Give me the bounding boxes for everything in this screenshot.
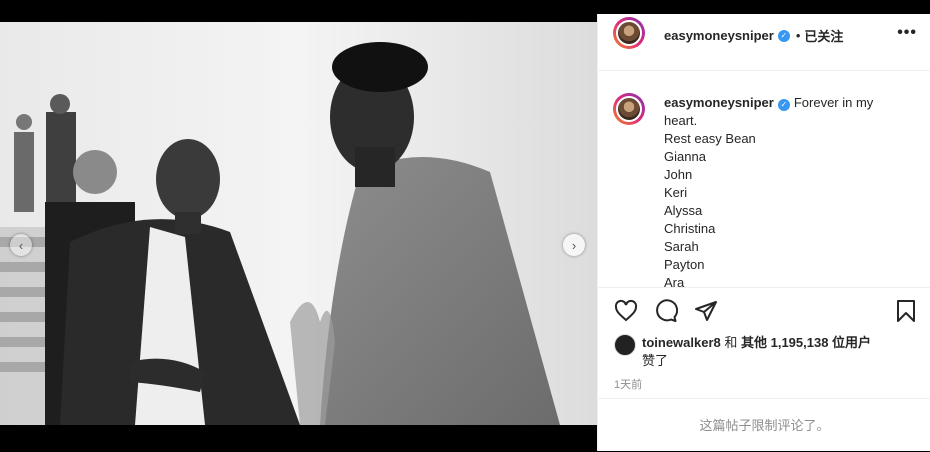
bookmark-icon[interactable] [894,299,918,323]
author-username[interactable]: easymoneysniper [664,28,774,43]
post-caption: easymoneysniper ✓ Forever in my heart. Res… [664,94,894,287]
caption-line: heart. [664,113,698,128]
caption-line: Alyssa [664,203,703,218]
likes-summary: toinewalker8 和 其他 1,195,138 位用户 赞了 [614,334,912,370]
post-image [0,22,597,425]
caption-username[interactable]: easymoneysniper [664,95,774,110]
author-info: easymoneysniper ✓ • 已关注 [664,26,843,45]
post-header: easymoneysniper ✓ • 已关注 ••• [598,14,930,71]
previous-photo-button[interactable]: ‹ [10,234,32,256]
post-actions: toinewalker8 和 其他 1,195,138 位用户 赞了 1天前 这… [598,287,930,452]
next-photo-button[interactable]: › [563,234,585,256]
likes-conjunction: 和 [720,335,741,350]
caption-author-avatar[interactable] [613,93,645,125]
caption-line: Gianna [664,149,706,164]
post-side-panel: easymoneysniper ✓ • 已关注 ••• easymoneysni… [597,14,930,451]
caption-line: Keri [664,185,688,200]
chevron-right-icon: › [571,237,577,253]
liker-avatar[interactable] [614,334,636,356]
instagram-post-modal: ‹ › easymoneysniper ✓ • 已关注 ••• easymone… [0,0,930,451]
caption-line: Ara [664,275,685,287]
more-options-icon[interactable]: ••• [897,24,917,42]
comments-disabled-notice: 这篇帖子限制评论了。 [598,398,930,452]
heart-icon[interactable] [614,299,638,323]
share-icon[interactable] [694,299,718,323]
likes-count-link[interactable]: 其他 1,195,138 位用户 [741,335,871,350]
post-timestamp[interactable]: 1天前 [614,376,642,392]
separator: • [795,28,801,43]
post-photo[interactable]: ‹ › [0,22,597,425]
caption-first-line: Forever in my [793,95,874,110]
comments-area[interactable]: easymoneysniper ✓ Forever in my heart. Res… [598,71,930,287]
verified-badge-icon: ✓ [777,99,790,111]
chevron-left-icon: ‹ [18,237,24,253]
caption-line: Payton [664,257,705,272]
comment-icon[interactable] [654,299,679,323]
caption-line: Sarah [664,239,699,254]
verified-badge-icon: ✓ [777,29,790,42]
likes-suffix: 赞了 [642,353,669,368]
caption-line: Rest easy Bean [664,131,756,146]
author-avatar[interactable] [613,17,645,49]
following-button[interactable]: 已关注 [804,26,843,45]
liker-username[interactable]: toinewalker8 [642,335,721,350]
caption-line: John [664,167,693,182]
caption-line: Christina [664,221,716,236]
